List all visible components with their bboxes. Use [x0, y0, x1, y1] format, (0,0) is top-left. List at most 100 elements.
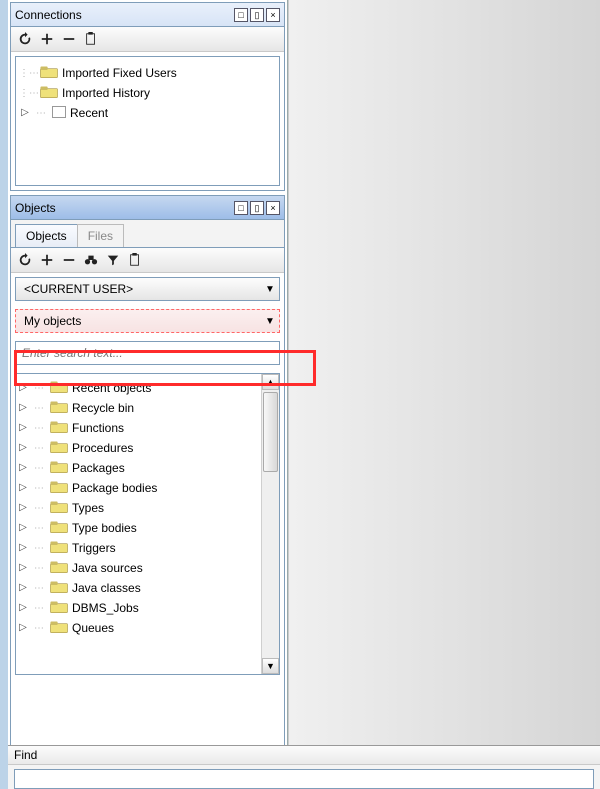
- list-item[interactable]: ▷⋯Java classes: [18, 578, 259, 598]
- side-panel: Connections □ ▯ ×: [8, 0, 288, 789]
- folder-icon: [50, 401, 68, 415]
- expander-icon[interactable]: ▷: [18, 463, 28, 473]
- list-item-label: Recycle bin: [70, 401, 134, 415]
- list-item[interactable]: ▷⋯Package bodies: [18, 478, 259, 498]
- connections-tree: ⋮⋯ Imported Fixed Users ⋮⋯ Imported Hist…: [15, 56, 280, 186]
- expander-icon[interactable]: ▷: [18, 563, 28, 573]
- scroll-down-icon[interactable]: ▼: [262, 658, 279, 674]
- remove-icon[interactable]: [61, 252, 77, 268]
- folder-icon: [50, 601, 68, 615]
- scroll-up-icon[interactable]: ▲: [262, 374, 279, 390]
- folder-icon: [50, 421, 68, 435]
- add-icon[interactable]: [39, 252, 55, 268]
- tree-line: ⋯: [32, 103, 50, 123]
- expander-icon[interactable]: ▷: [18, 623, 28, 633]
- folder-icon: [50, 541, 68, 555]
- refresh-icon[interactable]: [17, 31, 33, 47]
- chevron-down-icon: ▼: [261, 316, 279, 327]
- tree-line: ⋯: [30, 478, 48, 498]
- filter-dropdown[interactable]: My objects ▼: [15, 309, 280, 333]
- list-item-label: Recent objects: [70, 381, 151, 395]
- objects-titlebar[interactable]: Objects □ ▯ ×: [11, 196, 284, 220]
- objects-toolbar: [11, 248, 284, 273]
- maximize-icon[interactable]: □: [234, 8, 248, 22]
- close-icon[interactable]: ×: [266, 8, 280, 22]
- expander-icon[interactable]: ▷: [18, 423, 28, 433]
- expander-icon[interactable]: ▷: [18, 603, 28, 613]
- list-item[interactable]: ▷⋯DBMS_Jobs: [18, 598, 259, 618]
- connections-toolbar: [11, 27, 284, 52]
- folder-icon: [50, 521, 68, 535]
- object-list: ▷⋯Recent objects▷⋯Recycle bin▷⋯Functions…: [15, 373, 280, 675]
- objects-tabs: Objects Files: [11, 220, 284, 248]
- find-input[interactable]: [14, 769, 594, 789]
- expander-icon[interactable]: ▷: [18, 503, 28, 513]
- expander-icon[interactable]: ▷: [18, 483, 28, 493]
- list-item[interactable]: ▷⋯Java sources: [18, 558, 259, 578]
- scroll-thumb[interactable]: [263, 392, 278, 472]
- tree-line: ⋮⋯: [20, 63, 38, 83]
- folder-icon: [50, 501, 68, 515]
- list-item[interactable]: ▷⋯ Queues: [18, 618, 259, 638]
- list-item[interactable]: ▷⋯Packages: [18, 458, 259, 478]
- objects-title: Objects: [15, 201, 232, 215]
- pin-icon[interactable]: ▯: [250, 8, 264, 22]
- list-item-label: Types: [70, 501, 104, 515]
- expander-icon[interactable]: ▷: [18, 523, 28, 533]
- list-item[interactable]: ▷⋯Recent objects: [18, 378, 259, 398]
- paste-icon[interactable]: [83, 31, 99, 47]
- tree-item[interactable]: ▷ ⋯ Recent: [20, 103, 275, 123]
- expander-icon[interactable]: ▷: [18, 443, 28, 453]
- paste-icon[interactable]: [127, 252, 143, 268]
- filter-icon[interactable]: [105, 252, 121, 268]
- filter-dropdown-value: My objects: [16, 314, 261, 328]
- tree-item[interactable]: ⋮⋯ Imported Fixed Users: [20, 63, 275, 83]
- pin-icon[interactable]: ▯: [250, 201, 264, 215]
- list-item-label: Functions: [70, 421, 124, 435]
- close-icon[interactable]: ×: [266, 201, 280, 215]
- chevron-down-icon: ▼: [261, 284, 279, 295]
- remove-icon[interactable]: [61, 31, 77, 47]
- expander-icon[interactable]: ▷: [18, 403, 28, 413]
- binoculars-icon[interactable]: [83, 252, 99, 268]
- tree-item-label: Imported History: [60, 86, 150, 100]
- list-item-label: Procedures: [70, 441, 133, 455]
- list-item[interactable]: ▷⋯Types: [18, 498, 259, 518]
- connections-panel: Connections □ ▯ ×: [10, 2, 285, 191]
- user-dropdown[interactable]: <CURRENT USER> ▼: [15, 277, 280, 301]
- expander-icon[interactable]: ▷: [18, 543, 28, 553]
- add-icon[interactable]: [39, 31, 55, 47]
- refresh-icon[interactable]: [17, 252, 33, 268]
- expander-icon[interactable]: ▷: [18, 583, 28, 593]
- list-item-label: Queues: [70, 621, 114, 635]
- search-input[interactable]: [16, 346, 279, 360]
- tree-line: ⋮⋯: [20, 83, 38, 103]
- search-box[interactable]: [15, 341, 280, 365]
- tree-item-label: Imported Fixed Users: [60, 66, 177, 80]
- list-item[interactable]: ▷⋯Recycle bin: [18, 398, 259, 418]
- list-item-label: DBMS_Jobs: [70, 601, 139, 615]
- expander-icon[interactable]: ▷: [18, 383, 28, 393]
- tree-line: ⋯: [30, 618, 48, 638]
- folder-icon: [50, 561, 68, 575]
- main-area: [288, 0, 600, 789]
- scrollbar[interactable]: ▲ ▼: [261, 374, 279, 674]
- list-item[interactable]: ▷⋯ Triggers: [18, 538, 259, 558]
- tree-line: ⋯: [30, 538, 48, 558]
- folder-icon: [50, 441, 68, 455]
- list-item[interactable]: ▷⋯Type bodies: [18, 518, 259, 538]
- tree-item[interactable]: ⋮⋯ Imported History: [20, 83, 275, 103]
- maximize-icon[interactable]: □: [234, 201, 248, 215]
- folder-icon: [50, 621, 68, 635]
- list-item-label: Java classes: [70, 581, 141, 595]
- list-item-label: Triggers: [70, 541, 116, 555]
- folder-icon: [40, 86, 58, 100]
- tab-objects[interactable]: Objects: [15, 224, 78, 247]
- list-item[interactable]: ▷⋯Functions: [18, 418, 259, 438]
- tab-files[interactable]: Files: [77, 224, 124, 247]
- expander-icon[interactable]: ▷: [20, 108, 30, 118]
- list-item-label: Java sources: [70, 561, 143, 575]
- list-item[interactable]: ▷⋯Procedures: [18, 438, 259, 458]
- list-item-label: Type bodies: [70, 521, 137, 535]
- connections-titlebar[interactable]: Connections □ ▯ ×: [11, 3, 284, 27]
